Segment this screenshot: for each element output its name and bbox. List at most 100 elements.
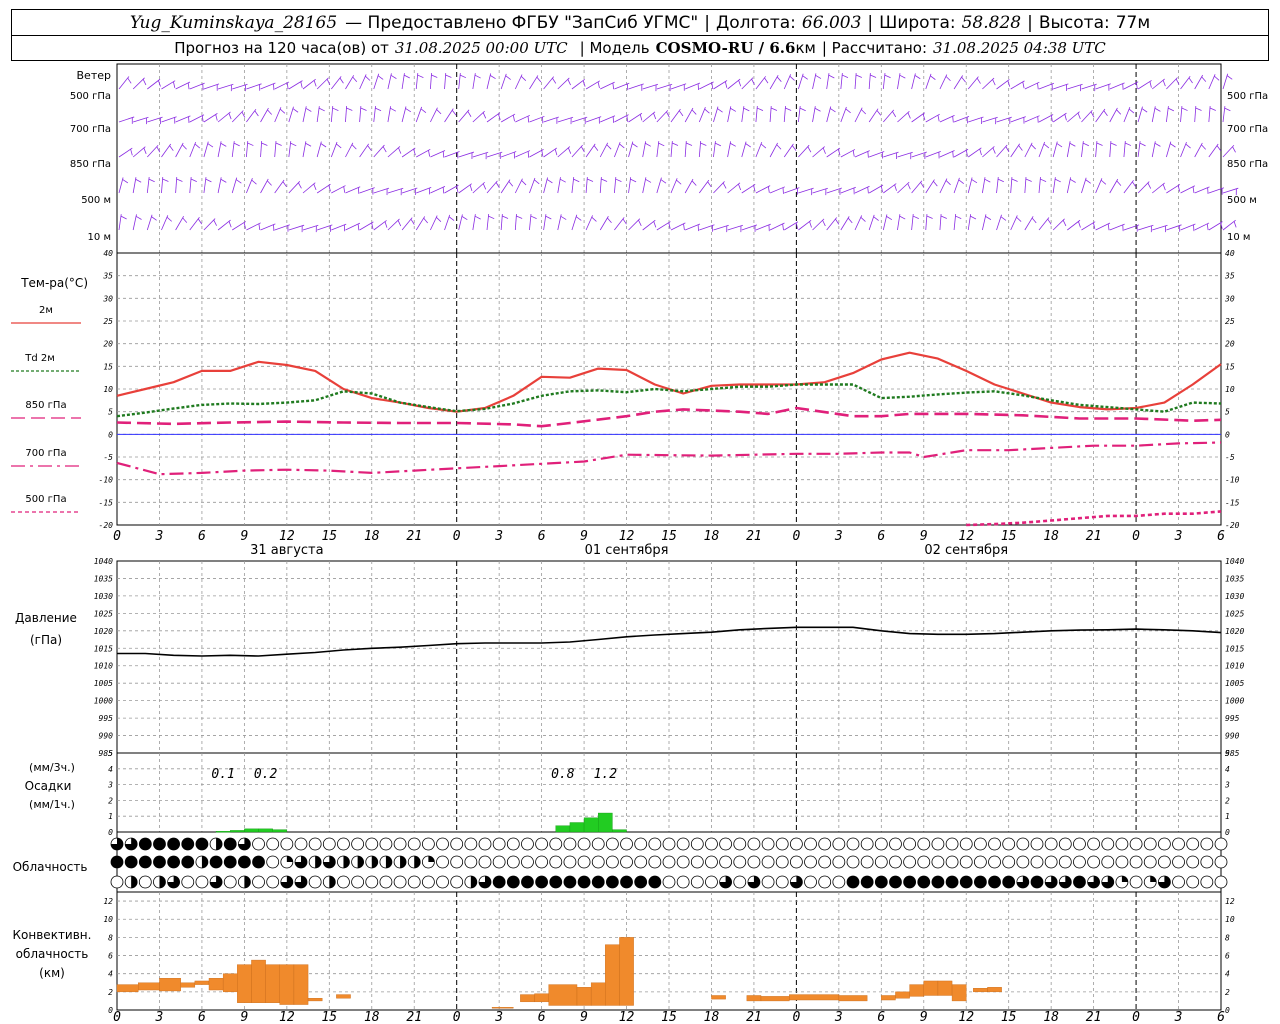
cloud-symbol <box>308 875 322 889</box>
wind-barb-feather <box>912 215 919 220</box>
pressure-y-tick: 1005 <box>94 679 113 688</box>
wind-barb-feather <box>1132 181 1137 188</box>
cloud-symbol <box>223 875 237 889</box>
wind-barb-feather <box>645 178 652 183</box>
wind-barb-feather <box>1007 80 1011 87</box>
wind-barb-feather <box>958 179 964 185</box>
wind-barb-feather <box>375 107 382 112</box>
precip-bar <box>555 825 571 833</box>
wind-barb-feather <box>1201 144 1206 150</box>
cloud-symbol <box>945 855 959 869</box>
cloud-symbol <box>789 837 803 851</box>
temp-x-tick: 12 <box>619 529 635 544</box>
wind-barb-feather <box>436 109 442 115</box>
cloud-symbol <box>421 875 435 889</box>
wind-barb-feather <box>300 81 303 88</box>
cloud-symbol <box>733 837 747 851</box>
precip-bar <box>598 812 613 833</box>
conv-title: Конвективн. <box>13 928 92 942</box>
wind-barb-feather <box>135 178 142 183</box>
cloud-symbol <box>1214 875 1228 889</box>
wind-barb-feather <box>1037 116 1039 123</box>
cloud-symbol <box>959 875 973 889</box>
wind-barb-feather <box>970 215 977 220</box>
conv-unit: (км) <box>39 966 65 980</box>
conv-bar <box>116 984 139 993</box>
cloud-symbol <box>1101 855 1115 869</box>
wind-barb-feather <box>945 76 951 82</box>
wind-barb-feather <box>955 215 962 220</box>
wind-barb-feather <box>405 108 412 113</box>
wind-barb-feather <box>884 74 891 79</box>
conv-x-tick: 15 <box>321 1010 337 1024</box>
precip-bar <box>244 828 259 833</box>
wind-barb-feather <box>1103 110 1108 116</box>
cloud-symbol <box>223 837 237 851</box>
wind-barb-feather <box>397 220 402 227</box>
wind-barb-feather <box>1136 82 1138 89</box>
wind-barb-feather <box>1022 81 1025 89</box>
precip-y-tick: 3 <box>1224 781 1230 790</box>
wind-barb-feather <box>384 221 388 228</box>
wind-barb-feather <box>254 110 259 117</box>
cloud-symbol <box>818 875 832 889</box>
date-label: 02 сентября <box>924 543 1008 558</box>
wind-barb-feather <box>215 114 218 121</box>
wind-barb-feather <box>707 181 712 188</box>
pressure-y-tick: 990 <box>1225 732 1240 741</box>
cloud-symbol <box>577 837 591 851</box>
wind-barb-feather <box>653 221 657 228</box>
temp-x-tick: 6 <box>877 529 885 544</box>
cloud-symbol <box>393 837 407 851</box>
cloud-symbol <box>549 855 563 869</box>
wind-barb-feather <box>275 142 282 146</box>
cloud-symbol <box>705 875 718 889</box>
wind-barb-feather <box>899 215 906 220</box>
wind-barb-feather <box>320 143 327 148</box>
conv-x-tick: 21 <box>746 1010 762 1024</box>
wind-barb-feather <box>764 77 769 84</box>
cloud-symbol-fill <box>470 876 477 888</box>
wind-barb-feather <box>809 221 812 228</box>
wind-barb-feather <box>855 74 863 78</box>
cloud-symbol <box>1058 855 1072 869</box>
precip-unit-top: (мм/3ч.) <box>29 761 75 774</box>
cloud-symbol <box>563 855 577 869</box>
conv-bar <box>237 964 252 1003</box>
wind-barb-feather <box>1070 178 1076 183</box>
cloud-symbol-fill <box>428 856 435 862</box>
temp-x-tick: 9 <box>240 529 248 544</box>
wind-barb-feather <box>828 74 835 79</box>
conv-x-tick: 9 <box>580 1010 588 1024</box>
wind-barb-feather <box>313 183 317 191</box>
cloud-symbol <box>634 837 648 851</box>
pressure-y-tick: 995 <box>99 714 114 723</box>
wind-barb-feather <box>700 142 707 146</box>
cloud-symbol <box>535 855 549 869</box>
cloud-symbol <box>804 875 817 889</box>
conv-x-tick: 18 <box>704 1010 720 1024</box>
cloud-symbol <box>1073 855 1086 869</box>
cloud-symbol-fill <box>201 856 208 868</box>
cloud-symbol <box>789 855 803 869</box>
conv-x-tick: 0 <box>453 1010 461 1024</box>
conv-x-tick: 3 <box>494 1010 503 1024</box>
temp-y-tick: -10 <box>99 476 114 485</box>
cloud-symbol <box>223 855 237 869</box>
cloud-symbol-fill <box>131 876 138 888</box>
wind-barb-feather <box>782 223 784 231</box>
temp-x-tick: 6 <box>198 529 206 544</box>
wind-barb-feather <box>292 108 299 113</box>
wind-barb-feather <box>1209 107 1216 111</box>
conv-y-tick: 6 <box>108 952 113 961</box>
cloud-symbol <box>506 837 520 851</box>
cloud-symbol <box>662 875 676 889</box>
wind-barb-feather <box>482 112 487 119</box>
cloud-symbol <box>903 837 917 851</box>
wind-barb-feather <box>431 74 438 78</box>
cloud-symbol <box>521 875 534 889</box>
precip-y-tick: 2 <box>108 796 113 805</box>
wind-barb-feather <box>575 216 582 221</box>
wind-barb-feather <box>1056 143 1063 148</box>
wind-barb-feather <box>815 74 822 79</box>
